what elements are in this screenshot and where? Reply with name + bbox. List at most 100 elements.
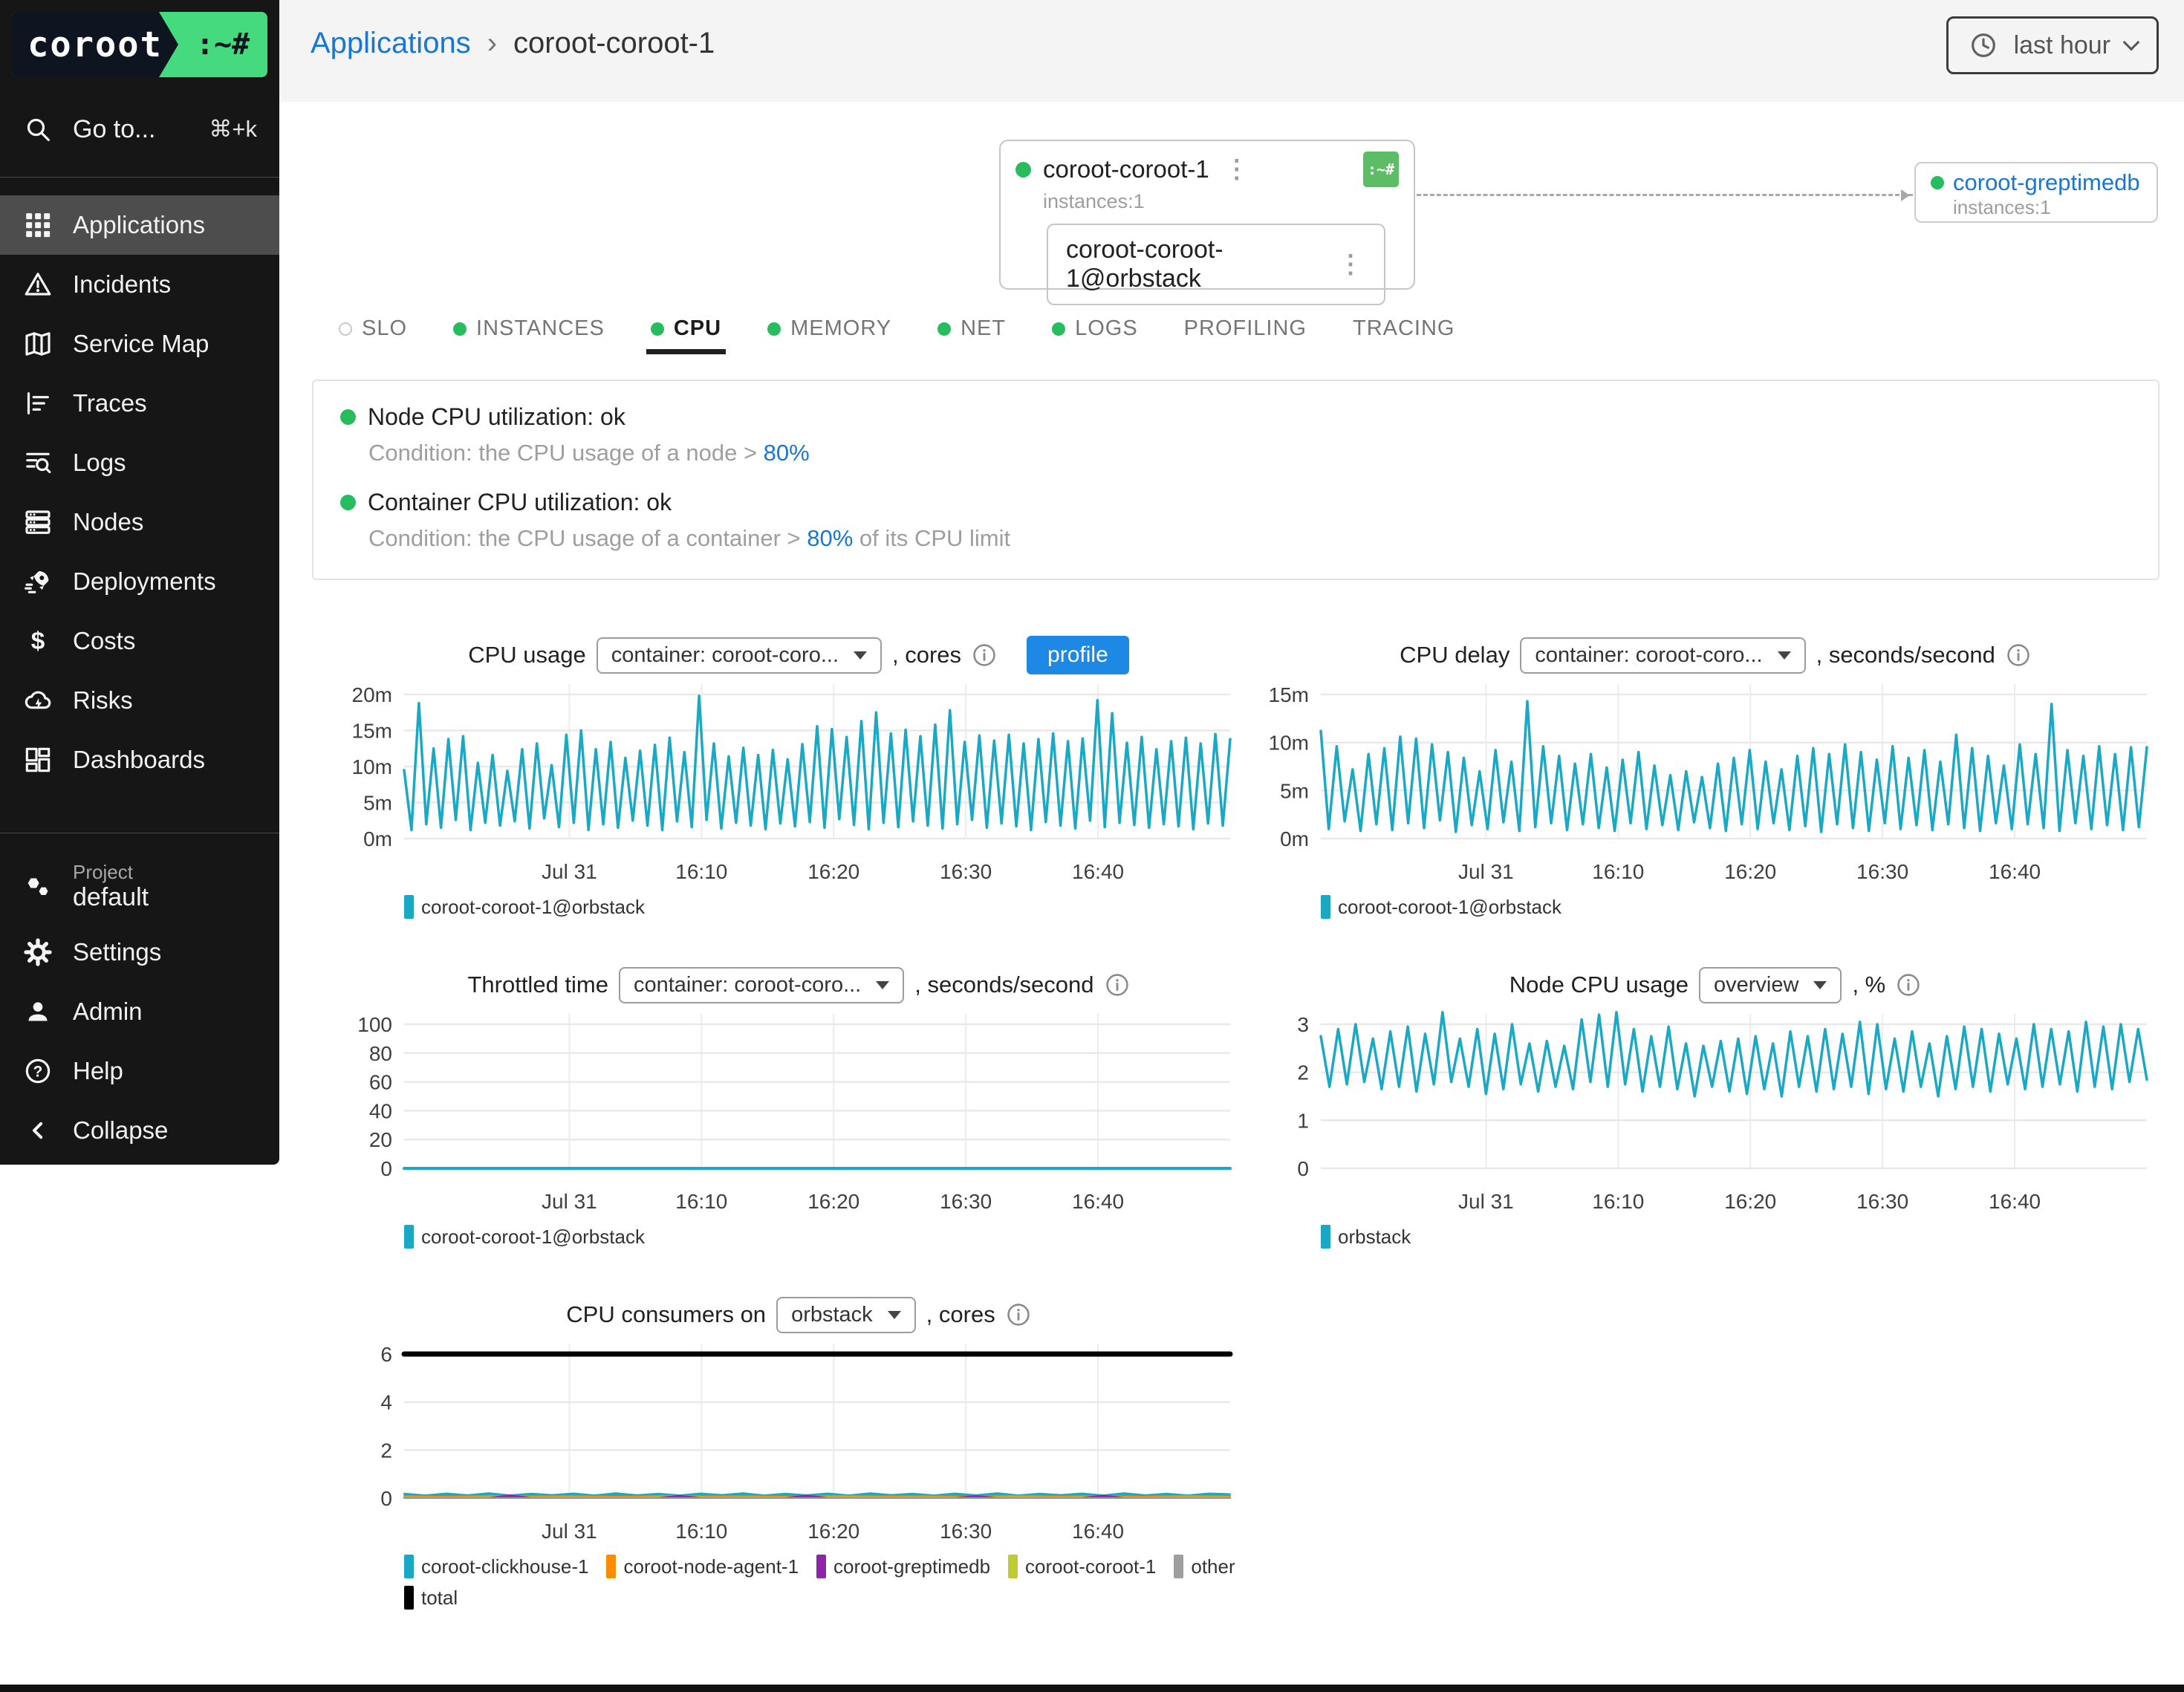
svg-text:16:40: 16:40 (1989, 1190, 2041, 1213)
sidebar-item-default[interactable]: Projectdefault (0, 851, 279, 923)
upstream-app-link[interactable]: coroot-greptimedb (1953, 169, 2140, 196)
chart-title-throttled-time: Throttled timecontainer: coroot-coro...,… (357, 957, 1241, 1012)
legend-item-coroot-node-agent-1[interactable]: coroot-node-agent-1 (606, 1555, 799, 1578)
status-dot-green (340, 495, 356, 510)
tab-tracing[interactable]: TRACING (1353, 316, 1455, 360)
chart-selector-dropdown[interactable]: orbstack (776, 1297, 916, 1333)
info-icon[interactable] (1896, 972, 1921, 998)
sidebar-item-collapse[interactable]: Collapse (0, 1101, 279, 1160)
logs-icon (22, 447, 53, 478)
chart-legend: coroot-coroot-1@orbstack (1321, 895, 2157, 919)
svg-text:60: 60 (369, 1071, 392, 1094)
tab-net[interactable]: NET (937, 316, 1006, 360)
project-icon (22, 871, 53, 902)
sidebar-item-incidents[interactable]: Incidents (0, 255, 279, 314)
status-dot-green (651, 322, 664, 336)
chart-selector-dropdown[interactable]: container: coroot-coro... (619, 967, 904, 1003)
info-icon[interactable] (1006, 1302, 1031, 1327)
svg-text:20m: 20m (352, 683, 392, 706)
svg-text:16:10: 16:10 (675, 860, 727, 883)
legend-item-coroot-clickhouse-1[interactable]: coroot-clickhouse-1 (404, 1555, 588, 1578)
tab-logs[interactable]: LOGS (1052, 316, 1138, 360)
legend-swatch (404, 895, 414, 919)
profile-button[interactable]: profile (1027, 636, 1129, 674)
sidebar-item-settings[interactable]: Settings (0, 923, 279, 982)
sidebar-item-applications[interactable]: Applications (0, 195, 279, 255)
sidebar-item-admin[interactable]: Admin (0, 982, 279, 1041)
coroot-logo[interactable]: coroot :~# (12, 12, 267, 77)
tab-instances[interactable]: INSTANCES (453, 316, 605, 360)
legend-item-other[interactable]: other (1174, 1555, 1235, 1578)
app-card-coroot-greptimedb: coroot-greptimedb instances:1 (1914, 162, 2158, 223)
svg-text:Jul 31: Jul 31 (542, 1520, 597, 1543)
sidebar-item-deployments[interactable]: Deployments (0, 552, 279, 611)
legend-label: coroot-node-agent-1 (623, 1555, 799, 1578)
sidebar-item-dashboards[interactable]: Dashboards (0, 730, 279, 790)
info-icon[interactable] (2006, 642, 2031, 668)
sidebar-item-service-map[interactable]: Service Map (0, 314, 279, 374)
breadcrumb-applications-link[interactable]: Applications (311, 27, 471, 60)
chart-selector-dropdown[interactable]: overview (1699, 967, 1842, 1003)
sidebar-item-help[interactable]: ?Help (0, 1041, 279, 1101)
legend-item-coroot-coroot-1-orbstack[interactable]: coroot-coroot-1@orbstack (1321, 895, 1561, 919)
svg-text:16:40: 16:40 (1072, 860, 1124, 883)
kebab-menu-icon[interactable]: ⋮ (1335, 252, 1366, 277)
svg-text:16:10: 16:10 (675, 1520, 727, 1543)
tab-cpu[interactable]: CPU (651, 316, 721, 360)
check-condition: Condition: the CPU usage of a container … (368, 525, 2131, 552)
legend-item-coroot-greptimedb[interactable]: coroot-greptimedb (816, 1555, 990, 1578)
legend-item-orbstack[interactable]: orbstack (1321, 1225, 1411, 1249)
legend-item-coroot-coroot-1-orbstack[interactable]: coroot-coroot-1@orbstack (404, 1225, 645, 1249)
legend-item-total[interactable]: total (404, 1586, 458, 1610)
sidebar-item-label: Admin (73, 998, 143, 1026)
sidebar-item-risks[interactable]: Risks (0, 671, 279, 730)
sidebar: coroot :~# Go to... ⌘+k ApplicationsInci… (0, 0, 279, 1165)
svg-text:2: 2 (1297, 1061, 1309, 1084)
sidebar-item-costs[interactable]: $Costs (0, 611, 279, 671)
kebab-menu-icon[interactable]: ⋮ (1221, 157, 1252, 182)
caret-down-icon (1778, 651, 1791, 660)
tab-slo[interactable]: SLO (339, 316, 407, 360)
sidebar-item-label: Deployments (73, 567, 216, 596)
svg-text:3: 3 (1297, 1013, 1309, 1036)
tab-label: INSTANCES (476, 316, 605, 341)
time-range-picker[interactable]: last hour (1946, 16, 2159, 74)
sidebar-item-label: Service Map (73, 330, 209, 358)
check-threshold[interactable]: 80% (807, 525, 853, 551)
legend-item-coroot-coroot-1-orbstack[interactable]: coroot-coroot-1@orbstack (404, 895, 645, 919)
tab-memory[interactable]: MEMORY (767, 316, 891, 360)
chart-selector-dropdown[interactable]: container: coroot-coro... (597, 637, 882, 674)
chart-legend: coroot-coroot-1@orbstack (404, 895, 1241, 919)
time-range-label: last hour (2014, 31, 2110, 60)
svg-text:Jul 31: Jul 31 (542, 860, 597, 883)
info-icon[interactable] (1105, 972, 1130, 998)
instance-box[interactable]: coroot-coroot-1@orbstack ⋮ (1047, 224, 1385, 305)
svg-text:16:20: 16:20 (1724, 860, 1776, 883)
check-threshold[interactable]: 80% (764, 440, 810, 466)
tab-label: SLO (362, 316, 407, 341)
chart-selector-value: container: coroot-coro... (611, 643, 839, 668)
legend-label: coroot-coroot-1@orbstack (421, 1226, 645, 1249)
tab-label: PROFILING (1184, 316, 1307, 341)
goto-shortcut: ⌘+k (209, 116, 257, 143)
tab-profiling[interactable]: PROFILING (1184, 316, 1307, 360)
main-content: Applications › coroot-coroot-1 last hour… (279, 0, 2184, 1610)
chart-title-cpu-consumers: CPU consumers onorbstack, cores (357, 1287, 1241, 1342)
info-icon[interactable] (972, 642, 997, 668)
sidebar-item-label: Logs (73, 449, 126, 477)
breadcrumb-current: coroot-coroot-1 (513, 27, 715, 60)
legend-label: coroot-coroot-1@orbstack (1338, 896, 1561, 919)
chart-title-node-cpu-usage: Node CPU usageoverview, % (1273, 957, 2157, 1012)
goto-search[interactable]: Go to... ⌘+k (0, 100, 279, 159)
svg-text:16:30: 16:30 (1856, 1190, 1908, 1213)
sidebar-item-label: Nodes (73, 508, 143, 536)
instance-name: coroot-coroot-1@orbstack (1066, 235, 1322, 293)
breadcrumb: Applications › coroot-coroot-1 (311, 27, 715, 60)
sidebar-item-nodes[interactable]: Nodes (0, 492, 279, 552)
chart-selector-dropdown[interactable]: container: coroot-coro... (1520, 637, 1805, 674)
sidebar-item-traces[interactable]: Traces (0, 374, 279, 433)
legend-item-coroot-coroot-1[interactable]: coroot-coroot-1 (1008, 1555, 1156, 1578)
sidebar-item-logs[interactable]: Logs (0, 433, 279, 492)
status-dot-empty (339, 322, 352, 336)
chart-cpu-consumers: CPU consumers onorbstack, cores0246Jul 3… (357, 1287, 1241, 1610)
